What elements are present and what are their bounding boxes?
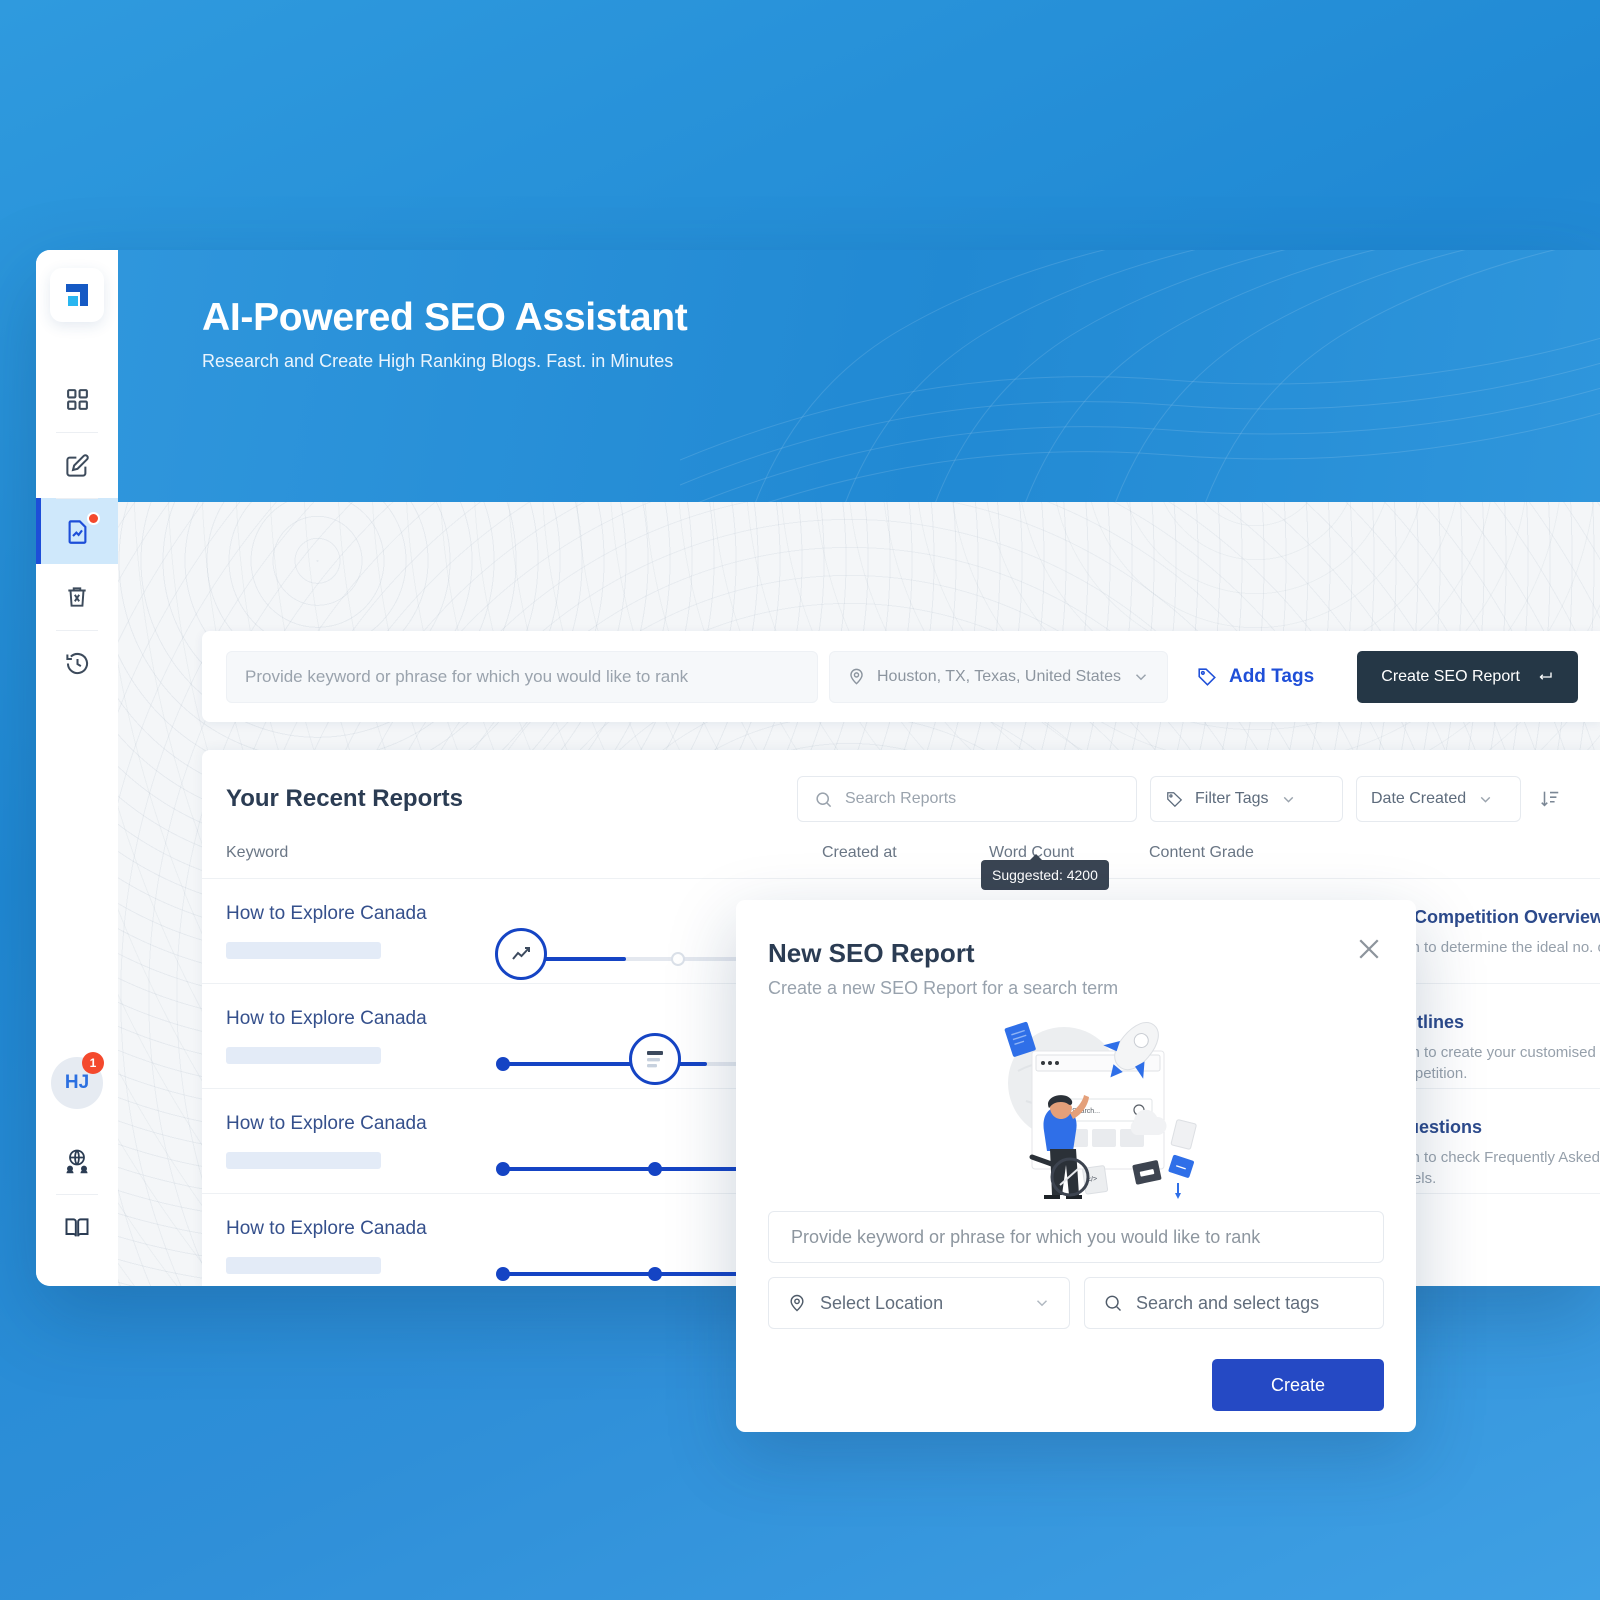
sidebar-nav <box>36 366 118 696</box>
chevron-down-icon <box>1135 673 1147 680</box>
filter-tags-label: Filter Tags <box>1195 790 1269 807</box>
location-select[interactable]: Houston, TX, Texas, United States <box>829 650 1168 703</box>
table-header: Keyword Created at Word Count Content Gr… <box>202 822 1600 879</box>
tag-icon <box>1198 667 1216 686</box>
sidebar-item-dashboard[interactable] <box>36 366 118 432</box>
trash-x-icon <box>68 587 86 607</box>
tag-icon <box>1167 791 1183 807</box>
modal-tags-label: Search and select tags <box>1136 1292 1320 1313</box>
chevron-down-icon <box>1283 796 1293 803</box>
modal-create-button[interactable]: Create <box>1212 1359 1384 1411</box>
sidebar-item-docs[interactable] <box>36 1194 118 1260</box>
globe-people-icon <box>66 1149 88 1174</box>
row-keyword-cell: How to Explore Canada <box>226 1113 427 1169</box>
row-keyword-cell: How to Explore Canada <box>226 1218 427 1274</box>
trend-chart-icon <box>512 947 530 960</box>
sidebar-item-reports[interactable] <box>36 498 118 564</box>
logo-mark-icon <box>66 284 88 306</box>
sort-descending-button[interactable] <box>1534 776 1566 822</box>
row-keyword-placeholder-bar <box>226 942 381 959</box>
row-keyword-cell: How to Explore Canada <box>226 1008 427 1064</box>
search-bar: Houston, TX, Texas, United States Add Ta… <box>202 631 1600 722</box>
modal-close-button[interactable] <box>1354 934 1384 964</box>
close-icon <box>1359 939 1379 959</box>
row-keyword-cell: How to Explore Canada <box>226 903 427 959</box>
row-keyword: How to Explore Canada <box>226 1218 427 1239</box>
sidebar-item-trash[interactable] <box>36 564 118 630</box>
date-created-select[interactable]: Date Created <box>1356 776 1521 822</box>
progress-node <box>496 1057 510 1071</box>
report-chart-icon <box>68 519 86 544</box>
open-book-icon <box>65 1218 89 1237</box>
modal-keyword-input[interactable] <box>768 1211 1384 1263</box>
modal-location-select[interactable]: Select Location <box>768 1277 1070 1329</box>
page-header: AI-Powered SEO Assistant Research and Cr… <box>118 250 1600 502</box>
search-icon <box>816 791 832 807</box>
edit-note-icon <box>65 453 89 477</box>
progress-node <box>648 1162 663 1176</box>
map-pin-icon <box>790 1294 804 1312</box>
grid-icon <box>66 388 88 410</box>
progress-node <box>496 1162 510 1176</box>
modal-fields-row: Select Location Search and select tags <box>768 1277 1384 1329</box>
modal-title: New SEO Report <box>768 938 975 968</box>
sidebar-item-history[interactable] <box>36 630 118 696</box>
create-seo-report-button[interactable]: Create SEO Report <box>1357 650 1578 703</box>
seo-search-person-illustration: Search... </> <box>1004 1021 1197 1199</box>
modal-footer: Create <box>768 1359 1384 1411</box>
page-subtitle: Research and Create High Ranking Blogs. … <box>202 351 674 371</box>
modal-tags-input[interactable]: Search and select tags <box>1084 1277 1384 1329</box>
row-keyword: How to Explore Canada <box>226 903 427 924</box>
panel-title: Your Recent Reports <box>226 785 463 812</box>
word-count-tooltip: Suggested: 4200 <box>981 854 1109 890</box>
progress-node <box>648 1267 663 1281</box>
history-clock-icon <box>65 652 88 674</box>
header-text-block: AI-Powered SEO Assistant Research and Cr… <box>118 250 1600 372</box>
page-title: AI-Powered SEO Assistant <box>202 296 688 339</box>
panel-header: Your Recent Reports Search Reports Filte… <box>202 750 1600 822</box>
search-reports-input[interactable]: Search Reports <box>797 776 1137 822</box>
create-seo-report-label: Create SEO Report <box>1381 667 1520 685</box>
chevron-down-icon <box>1036 1300 1048 1307</box>
search-icon <box>1105 1295 1122 1312</box>
enter-key-icon <box>1539 672 1552 680</box>
outline-lines-icon <box>647 1051 664 1068</box>
chevron-down-icon <box>1480 796 1491 803</box>
sort-descending-icon <box>1541 791 1559 807</box>
keyword-input[interactable] <box>226 650 818 703</box>
row-keyword-placeholder-bar <box>226 1257 381 1274</box>
date-created-label: Date Created <box>1371 790 1467 807</box>
column-content-grade: Content Grade <box>1149 844 1254 861</box>
progress-current-stage[interactable] <box>495 928 547 980</box>
map-pin-icon <box>850 668 863 685</box>
add-tags-label: Add Tags <box>1228 665 1315 687</box>
sidebar: HJ 1 <box>36 250 118 1286</box>
panel-toolbar: Search Reports Filter Tags Date Created <box>797 776 1566 822</box>
modal-illustration: Search... </> <box>768 1005 1384 1201</box>
filter-tags-select[interactable]: Filter Tags <box>1150 776 1343 822</box>
progress-current-stage[interactable] <box>629 1033 682 1085</box>
row-keyword-placeholder-bar <box>226 1047 381 1064</box>
add-tags-button[interactable]: Add Tags <box>1196 666 1314 688</box>
user-avatar-wrap[interactable]: HJ 1 <box>36 1038 118 1128</box>
new-seo-report-modal: New SEO Report Create a new SEO Report f… <box>736 900 1416 1432</box>
avatar-badge: 1 <box>82 1052 104 1074</box>
column-created-at: Created at <box>822 844 897 861</box>
modal-location-label: Select Location <box>820 1292 944 1313</box>
progress-node <box>671 952 686 966</box>
sidebar-item-community[interactable] <box>36 1128 118 1194</box>
sidebar-item-compose[interactable] <box>36 432 118 498</box>
row-keyword: How to Explore Canada <box>226 1113 427 1134</box>
reports-notification-dot <box>87 512 100 525</box>
location-value: Houston, TX, Texas, United States <box>877 667 1121 685</box>
modal-subtitle: Create a new SEO Report for a search ter… <box>768 978 1119 998</box>
row-keyword: How to Explore Canada <box>226 1008 427 1029</box>
app-logo[interactable] <box>50 268 104 322</box>
row-keyword-placeholder-bar <box>226 1152 381 1169</box>
progress-node <box>496 1267 510 1281</box>
search-reports-placeholder: Search Reports <box>845 790 957 807</box>
sidebar-bottom: HJ 1 <box>36 1038 118 1286</box>
column-keyword: Keyword <box>226 844 289 861</box>
